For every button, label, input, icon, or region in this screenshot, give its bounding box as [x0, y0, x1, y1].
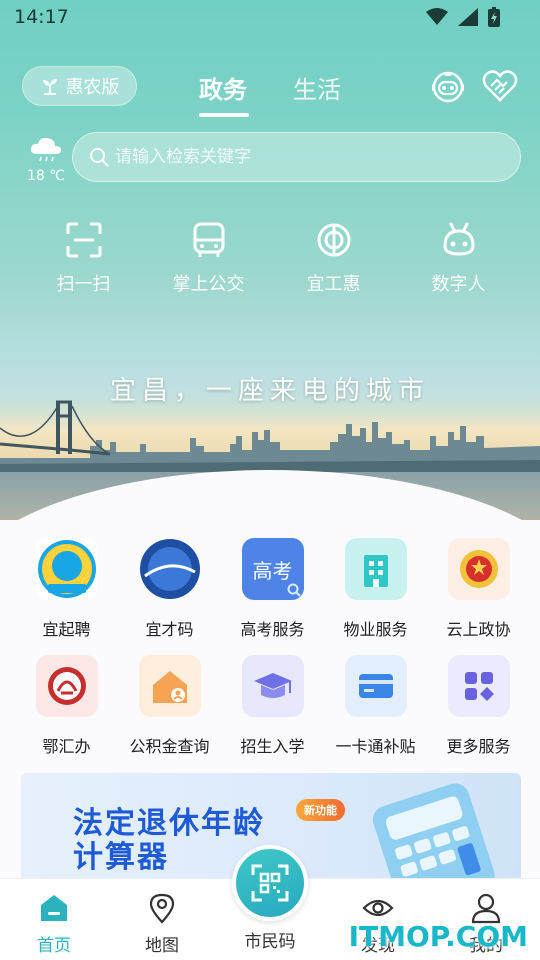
service-label: 宜起聘	[42, 620, 91, 639]
service-label: 招生入学	[240, 737, 305, 756]
wifi-icon	[426, 8, 448, 25]
service-label: 物业服务	[343, 620, 408, 639]
banner-title-line-1: 法定退休年龄	[73, 806, 265, 841]
quick-action-label: 数字人	[431, 274, 486, 295]
service-housing-fund[interactable]: 公积金查询	[118, 655, 221, 757]
scan-icon	[66, 222, 101, 258]
service-ehuiban[interactable]: 鄂汇办	[15, 655, 118, 757]
quick-action-yigonghui[interactable]: 宜工惠	[271, 218, 396, 296]
building-icon	[344, 538, 407, 600]
map-pin-icon	[149, 893, 175, 924]
service-gaokao[interactable]: 高考 高考服务	[221, 538, 324, 640]
service-yicaima[interactable]: 宜才码	[118, 538, 221, 640]
robot-icon[interactable]	[430, 68, 466, 104]
graduation-cap-icon	[241, 655, 304, 717]
services-row-1: 宜起聘 宜才码 高考 高考服务 物业服务 云上政协	[0, 538, 540, 640]
mode-switch-button[interactable]: 惠农版	[22, 66, 137, 106]
search-bar[interactable]	[72, 132, 521, 182]
sprout-icon	[42, 79, 57, 95]
quick-action-label: 扫一扫	[56, 274, 111, 295]
service-label: 鄂汇办	[42, 737, 91, 756]
top-bar: 惠农版 政务 生活	[0, 66, 540, 117]
search-row: 18 ℃	[0, 130, 540, 186]
tab-active-indicator	[199, 113, 249, 117]
grid-more-icon	[447, 655, 510, 717]
qr-code-icon	[251, 864, 289, 902]
service-more[interactable]: 更多服务	[427, 655, 530, 757]
nav-label: 地图	[145, 936, 179, 956]
service-enrollment[interactable]: 招生入学	[221, 655, 324, 757]
service-label: 高考服务	[240, 620, 305, 639]
housing-fund-icon	[138, 655, 201, 717]
union-icon	[317, 223, 350, 257]
citizen-code-label: 市民码	[244, 932, 296, 952]
tab-life[interactable]: 生活	[293, 70, 341, 105]
gaokao-icon-text: 高考	[252, 558, 293, 583]
hero-slogan: 宜昌，一座来电的城市	[109, 376, 430, 406]
status-icons	[426, 7, 500, 27]
robot-icon	[442, 222, 475, 256]
quick-action-label: 掌上公交	[172, 274, 245, 295]
watermark: ITMOP.COM	[348, 920, 528, 953]
yicaima-logo-icon	[139, 538, 201, 600]
tab-government[interactable]: 政务	[199, 70, 247, 105]
yiqipin-logo-icon	[35, 538, 98, 600]
status-bar: 14:17	[0, 0, 540, 36]
quick-action-scan[interactable]: 扫一扫	[21, 218, 146, 296]
services-row-2: 鄂汇办 公积金查询 招生入学 一卡通补贴 更多服务	[0, 655, 540, 757]
service-label: 公积金查询	[129, 737, 210, 756]
search-icon	[90, 148, 109, 167]
nav-home[interactable]: 首页	[0, 879, 108, 960]
gaokao-icon: 高考	[241, 538, 304, 600]
weather-widget[interactable]: 18 ℃	[26, 136, 66, 184]
calculator-illustration	[372, 783, 495, 893]
quick-actions: 扫一扫 掌上公交 宜工惠 数字人	[0, 218, 540, 296]
weather-temperature: 18 ℃	[27, 168, 65, 184]
mode-label: 惠农版	[65, 77, 120, 98]
signal-icon	[458, 8, 478, 26]
quick-action-bus[interactable]: 掌上公交	[146, 218, 271, 296]
status-time: 14:17	[14, 6, 69, 28]
heart-handshake-icon[interactable]	[482, 68, 518, 104]
ehuiban-logo-icon	[35, 655, 98, 717]
hero-header: 14:17 惠农版 政务 生活 18 ℃ 请输入检索关键字 扫一扫 掌上公交 宜…	[0, 0, 540, 520]
cloud-rain-icon	[30, 137, 62, 162]
service-card-subsidy[interactable]: 一卡通补贴	[324, 655, 427, 757]
nav-map[interactable]: 地图	[108, 879, 216, 960]
quick-action-digital-human[interactable]: 数字人	[396, 218, 521, 296]
search-input[interactable]	[115, 147, 495, 167]
service-yiqipin[interactable]: 宜起聘	[15, 538, 118, 640]
service-label: 更多服务	[446, 737, 511, 756]
service-label: 云上政协	[446, 620, 511, 639]
new-feature-badge: 新功能	[296, 799, 345, 821]
quick-action-label: 宜工惠	[306, 274, 361, 295]
citizen-code-button[interactable]	[232, 845, 308, 921]
card-icon	[344, 655, 407, 717]
battery-icon	[488, 7, 500, 27]
nav-label: 首页	[37, 936, 71, 956]
service-property[interactable]: 物业服务	[324, 538, 427, 640]
cppcc-emblem-icon	[447, 538, 510, 600]
service-label: 宜才码	[145, 620, 194, 639]
service-cppcc[interactable]: 云上政协	[427, 538, 530, 640]
bus-icon	[193, 222, 224, 257]
home-icon	[41, 895, 67, 921]
service-label: 一卡通补贴	[335, 737, 416, 756]
